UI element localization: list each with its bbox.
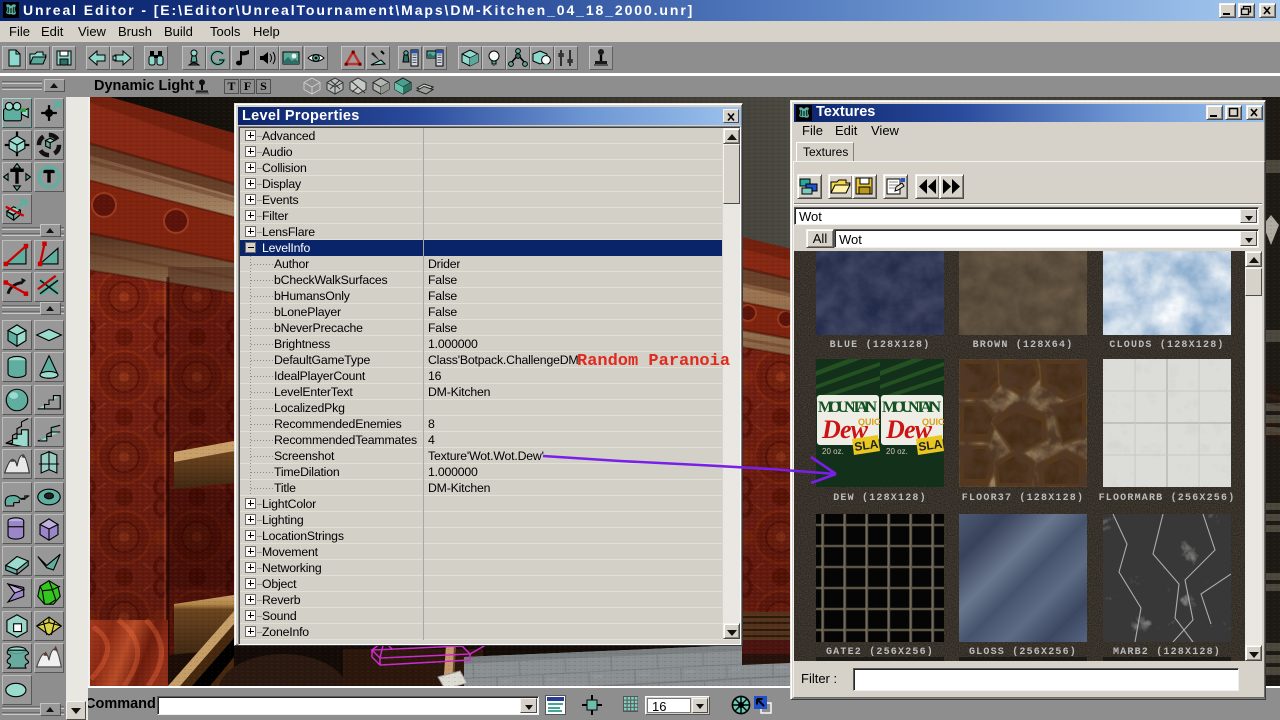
svg-text:MOUNTAIN: MOUNTAIN bbox=[882, 399, 941, 416]
svg-text:MOUNTAIN: MOUNTAIN bbox=[818, 399, 877, 416]
svg-text:20 oz.: 20 oz. bbox=[886, 447, 908, 456]
svg-text:QUICK: QUICK bbox=[922, 417, 944, 427]
svg-text:20 oz.: 20 oz. bbox=[822, 447, 844, 456]
